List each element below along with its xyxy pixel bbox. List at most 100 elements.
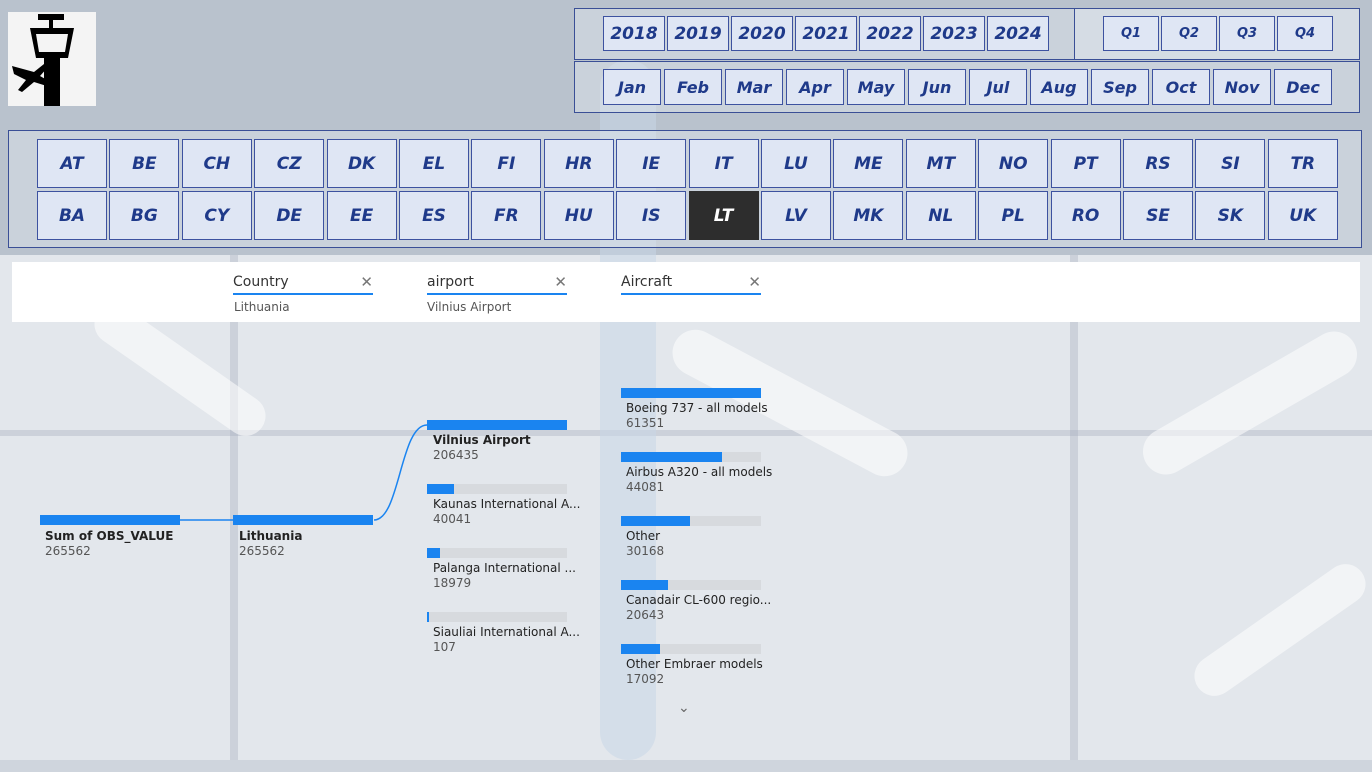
- airport-bar-track: [427, 612, 567, 622]
- country-button-no[interactable]: NO: [978, 139, 1049, 188]
- aircraft-node-label: Other: [626, 529, 661, 543]
- airport-bar[interactable]: [427, 484, 455, 494]
- country-button-dk[interactable]: DK: [326, 139, 397, 188]
- country-button-nl[interactable]: NL: [905, 191, 976, 240]
- year-button-2020[interactable]: 2020: [731, 16, 793, 51]
- aircraft-node-label: Other Embraer models: [626, 657, 763, 671]
- year-button-2021[interactable]: 2021: [795, 16, 857, 51]
- country-button-el[interactable]: EL: [399, 139, 469, 188]
- aircraft-node-value: 61351: [626, 416, 665, 430]
- filter-aircraft-label: Aircraft: [621, 274, 673, 290]
- quarter-button-q4[interactable]: Q4: [1277, 16, 1333, 51]
- month-button-apr[interactable]: Apr: [786, 69, 844, 105]
- country-button-lu[interactable]: LU: [761, 139, 831, 188]
- month-button-mar[interactable]: Mar: [725, 69, 783, 105]
- country-button-es[interactable]: ES: [399, 191, 469, 240]
- month-button-jan[interactable]: Jan: [603, 69, 661, 105]
- aircraft-bar[interactable]: [621, 644, 660, 654]
- airport-node-label: Palanga International ...: [433, 561, 576, 575]
- close-icon[interactable]: ✕: [748, 273, 761, 291]
- country-bar[interactable]: [233, 515, 373, 525]
- airport-node-label: Kaunas International A...: [433, 497, 581, 511]
- country-button-it[interactable]: IT: [688, 139, 759, 188]
- close-icon[interactable]: ✕: [554, 273, 567, 291]
- aircraft-bar[interactable]: [621, 516, 690, 526]
- country-button-hu[interactable]: HU: [543, 191, 614, 240]
- aircraft-bar[interactable]: [621, 580, 669, 590]
- month-button-feb[interactable]: Feb: [664, 69, 722, 105]
- country-button-de[interactable]: DE: [254, 191, 325, 240]
- country-button-at[interactable]: AT: [37, 139, 107, 188]
- country-button-ch[interactable]: CH: [181, 139, 252, 188]
- country-button-ba[interactable]: BA: [37, 191, 107, 240]
- airport-node-label: Siauliai International A...: [433, 625, 580, 639]
- country-button-lv[interactable]: LV: [761, 191, 831, 240]
- airport-bar[interactable]: [427, 420, 567, 430]
- airport-node-value: 18979: [433, 576, 472, 590]
- country-button-fi[interactable]: FI: [471, 139, 542, 188]
- year-button-2018[interactable]: 2018: [603, 16, 665, 51]
- country-button-rs[interactable]: RS: [1123, 139, 1193, 188]
- month-button-dec[interactable]: Dec: [1274, 69, 1332, 105]
- airport-bar[interactable]: [427, 548, 440, 558]
- airport-node-label: Vilnius Airport: [433, 433, 531, 447]
- aircraft-node-value: 20643: [626, 608, 665, 622]
- root-bar[interactable]: [40, 515, 180, 525]
- country-button-be[interactable]: BE: [109, 139, 180, 188]
- aircraft-node-value: 44081: [626, 480, 665, 494]
- aircraft-node-label: Boeing 737 - all models: [626, 401, 768, 415]
- quarter-button-q1[interactable]: Q1: [1103, 16, 1159, 51]
- country-button-cz[interactable]: CZ: [254, 139, 325, 188]
- month-button-oct[interactable]: Oct: [1152, 69, 1210, 105]
- quarter-button-q2[interactable]: Q2: [1161, 16, 1217, 51]
- aircraft-bar[interactable]: [621, 452, 722, 462]
- month-button-jun[interactable]: Jun: [908, 69, 966, 105]
- country-button-me[interactable]: ME: [833, 139, 904, 188]
- filter-airport-value: Vilnius Airport: [427, 300, 512, 314]
- filter-country-value: Lithuania: [234, 300, 290, 314]
- country-button-si[interactable]: SI: [1195, 139, 1266, 188]
- country-button-mt[interactable]: MT: [905, 139, 976, 188]
- aircraft-node-label: Canadair CL-600 regio...: [626, 593, 772, 607]
- country-button-ee[interactable]: EE: [326, 191, 397, 240]
- country-button-bg[interactable]: BG: [109, 191, 180, 240]
- filter-country[interactable]: Country ✕: [233, 273, 373, 295]
- country-button-mk[interactable]: MK: [833, 191, 904, 240]
- airport-bar[interactable]: [427, 612, 429, 622]
- year-button-2024[interactable]: 2024: [987, 16, 1049, 51]
- country-button-pt[interactable]: PT: [1050, 139, 1121, 188]
- page-bottom-strip: [0, 760, 1372, 772]
- country-button-tr[interactable]: TR: [1267, 139, 1338, 188]
- filter-airport[interactable]: airport ✕: [427, 273, 567, 295]
- month-button-sep[interactable]: Sep: [1091, 69, 1149, 105]
- country-button-ro[interactable]: RO: [1050, 191, 1121, 240]
- filter-aircraft[interactable]: Aircraft ✕: [621, 273, 761, 295]
- year-button-2022[interactable]: 2022: [859, 16, 921, 51]
- country-button-lt[interactable]: LT: [688, 191, 759, 240]
- country-button-fr[interactable]: FR: [471, 191, 542, 240]
- country-button-cy[interactable]: CY: [181, 191, 252, 240]
- close-icon[interactable]: ✕: [360, 273, 373, 291]
- country-button-uk[interactable]: UK: [1267, 191, 1338, 240]
- country-node-label: Lithuania: [239, 529, 303, 543]
- aircraft-bar[interactable]: [621, 388, 761, 398]
- country-button-pl[interactable]: PL: [978, 191, 1049, 240]
- month-button-aug[interactable]: Aug: [1030, 69, 1088, 105]
- month-button-may[interactable]: May: [847, 69, 905, 105]
- airport-node-value: 40041: [433, 512, 472, 526]
- aircraft-node-value: 17092: [626, 672, 665, 686]
- country-button-sk[interactable]: SK: [1195, 191, 1266, 240]
- root-label: Sum of OBS_VALUE: [45, 529, 174, 543]
- logo: [8, 12, 96, 106]
- year-button-2019[interactable]: 2019: [667, 16, 729, 51]
- quarter-button-q3[interactable]: Q3: [1219, 16, 1275, 51]
- country-button-hr[interactable]: HR: [543, 139, 614, 188]
- country-button-is[interactable]: IS: [616, 191, 687, 240]
- country-button-se[interactable]: SE: [1123, 191, 1193, 240]
- country-button-ie[interactable]: IE: [616, 139, 687, 188]
- year-button-2023[interactable]: 2023: [923, 16, 985, 51]
- month-button-nov[interactable]: Nov: [1213, 69, 1271, 105]
- month-button-jul[interactable]: Jul: [969, 69, 1027, 105]
- airport-node-value: 107: [433, 640, 456, 654]
- chevron-down-icon[interactable]: ⌄: [678, 700, 690, 716]
